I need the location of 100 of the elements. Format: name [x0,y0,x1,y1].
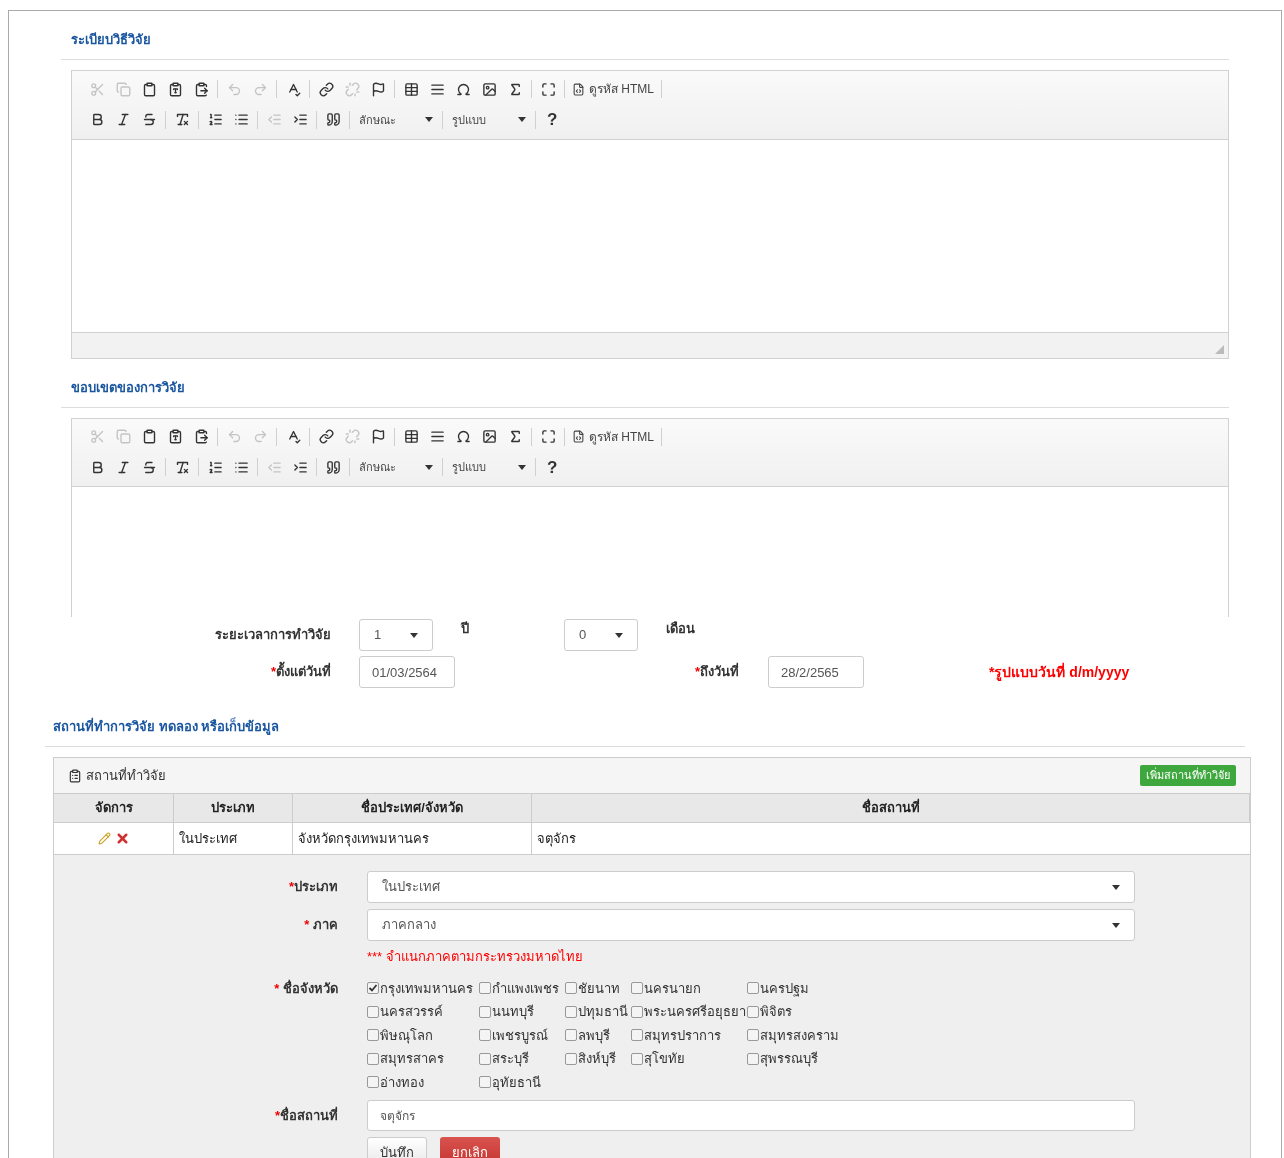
caret-icon [425,464,433,470]
paste-icon [141,81,157,97]
checkbox[interactable] [367,1029,379,1042]
styles-dropdown[interactable]: ลักษณะ [353,459,439,476]
table-icon [403,81,419,97]
field-label: เดือน [666,620,695,638]
date-format-note: *รูปแบบวันที่ d/m/yyyy [989,661,1130,683]
start-date-field[interactable]: 01/03/2564 [359,656,455,688]
italic-icon [115,459,131,475]
checkbox[interactable] [631,1052,643,1065]
blockquote-icon [325,459,341,475]
paste-word-icon [193,81,209,97]
image-icon [481,81,497,97]
field-label: ระยะเวลาการทำวิจัย [214,626,331,645]
horizontal-lines-icon [429,429,445,444]
styles-dropdown[interactable]: ลักษณะ [353,111,439,128]
field-label: * ชื่อจังหวัด [273,978,338,998]
end-date-field[interactable]: 28/2/2565 [768,656,864,688]
place-name-field[interactable]: จตุจักร [367,1100,1135,1131]
checkbox[interactable] [747,1052,759,1065]
checkbox[interactable] [565,1029,577,1042]
checkbox[interactable] [479,982,491,995]
link-icon [318,429,334,444]
table-cell: จังหวัดกรุงเทพมหานคร [293,822,532,855]
checkbox[interactable] [479,1052,491,1065]
type-select[interactable]: ในประเทศ [367,871,1135,903]
paste-text-icon [167,429,183,444]
checkbox[interactable] [747,982,759,995]
flag-icon [370,81,386,97]
source-icon [572,430,585,443]
column-header: ประเภท [174,794,293,823]
years-select[interactable]: 1 [359,619,433,651]
section-title: ระเบียบวิธีวิจัย [71,32,151,47]
checkbox[interactable] [747,1005,759,1018]
checkbox-label: สระบุรี [492,1050,529,1069]
checkbox-label: นนทบุรี [492,1003,534,1022]
checkbox[interactable] [479,1005,491,1018]
checkbox-label: กำแพงเพชร [492,979,559,998]
unlink-icon [344,429,360,444]
maximize-icon [540,429,556,444]
checkbox-label: สมุทรสงคราม [760,1026,839,1045]
field-label: * ภาค [303,916,338,935]
strikethrough-icon [141,112,157,128]
region-note: *** จำแนกภาคตามกระทรวงมหาดไทย [367,949,583,964]
bullet-list-icon [233,112,249,128]
section-title: สถานที่ทำการวิจัย ทดลอง หรือเก็บข้อมูล [53,719,280,734]
checkbox-label: นครสวรรค์ [380,1003,443,1021]
format-dropdown[interactable]: รูปแบบ [446,459,532,476]
checkbox-label: กรุงเทพมหานคร [380,979,473,998]
checkbox[interactable] [565,1005,577,1018]
help-button[interactable]: ? [539,454,566,480]
checkbox[interactable] [631,1029,643,1042]
months-select[interactable]: 0 [564,619,638,651]
paste-word-icon [193,429,209,444]
format-dropdown[interactable]: รูปแบบ [446,111,532,128]
omega-icon [455,81,471,97]
checkbox-label: พิจิตร [760,1003,792,1021]
cut-icon [89,81,105,97]
checkbox-label: สุพรรณบุรี [760,1050,818,1069]
undo-icon [226,429,242,444]
link-icon [318,81,334,97]
checkbox[interactable] [479,1029,491,1042]
checkbox[interactable] [747,1029,759,1042]
field-label: ปี [461,620,470,638]
checkbox[interactable] [367,1005,379,1018]
cancel-button[interactable]: ยกเลิก [440,1137,500,1158]
checkbox[interactable] [367,1052,379,1065]
save-button[interactable]: บันทึก [367,1137,427,1158]
caret-icon [1112,922,1120,928]
checkbox[interactable] [565,1052,577,1065]
bullet-list-icon [233,459,249,475]
numbered-list-icon [207,112,223,128]
checkbox[interactable] [631,982,643,995]
checkbox[interactable] [367,982,379,995]
checkbox[interactable] [367,1076,379,1089]
blockquote-icon [325,112,341,128]
source-button[interactable]: ดูรหัส HTML [568,80,658,98]
source-button[interactable]: ดูรหัส HTML [568,427,658,446]
checkbox-label: อุทัยธานี [492,1073,541,1092]
checkbox-label: อ่างทอง [380,1073,424,1092]
column-header: จัดการ [54,794,174,823]
field-label: *ประเภท [287,878,338,897]
caret-icon [425,117,433,123]
checkbox[interactable] [631,1005,643,1018]
checkbox-label: สมุทรปราการ [644,1026,721,1045]
outdent-icon [266,112,282,128]
region-select[interactable]: ภาคกลาง [367,909,1135,941]
indent-icon [292,112,308,128]
copy-icon [115,429,131,444]
resize-grip-icon[interactable] [1215,344,1224,354]
maximize-icon [540,81,556,97]
checkbox[interactable] [565,982,577,995]
remove-format-icon [174,112,190,128]
copy-icon [115,81,131,97]
checkbox-label: เพชรบูรณ์ [492,1026,548,1045]
section-title: ขอบเขตของการวิจัย [71,379,185,395]
checkbox[interactable] [479,1076,491,1089]
help-button[interactable]: ? [539,107,566,133]
table-cell: ในประเทศ [174,822,293,855]
checkbox-label: นครนายก [644,979,701,998]
